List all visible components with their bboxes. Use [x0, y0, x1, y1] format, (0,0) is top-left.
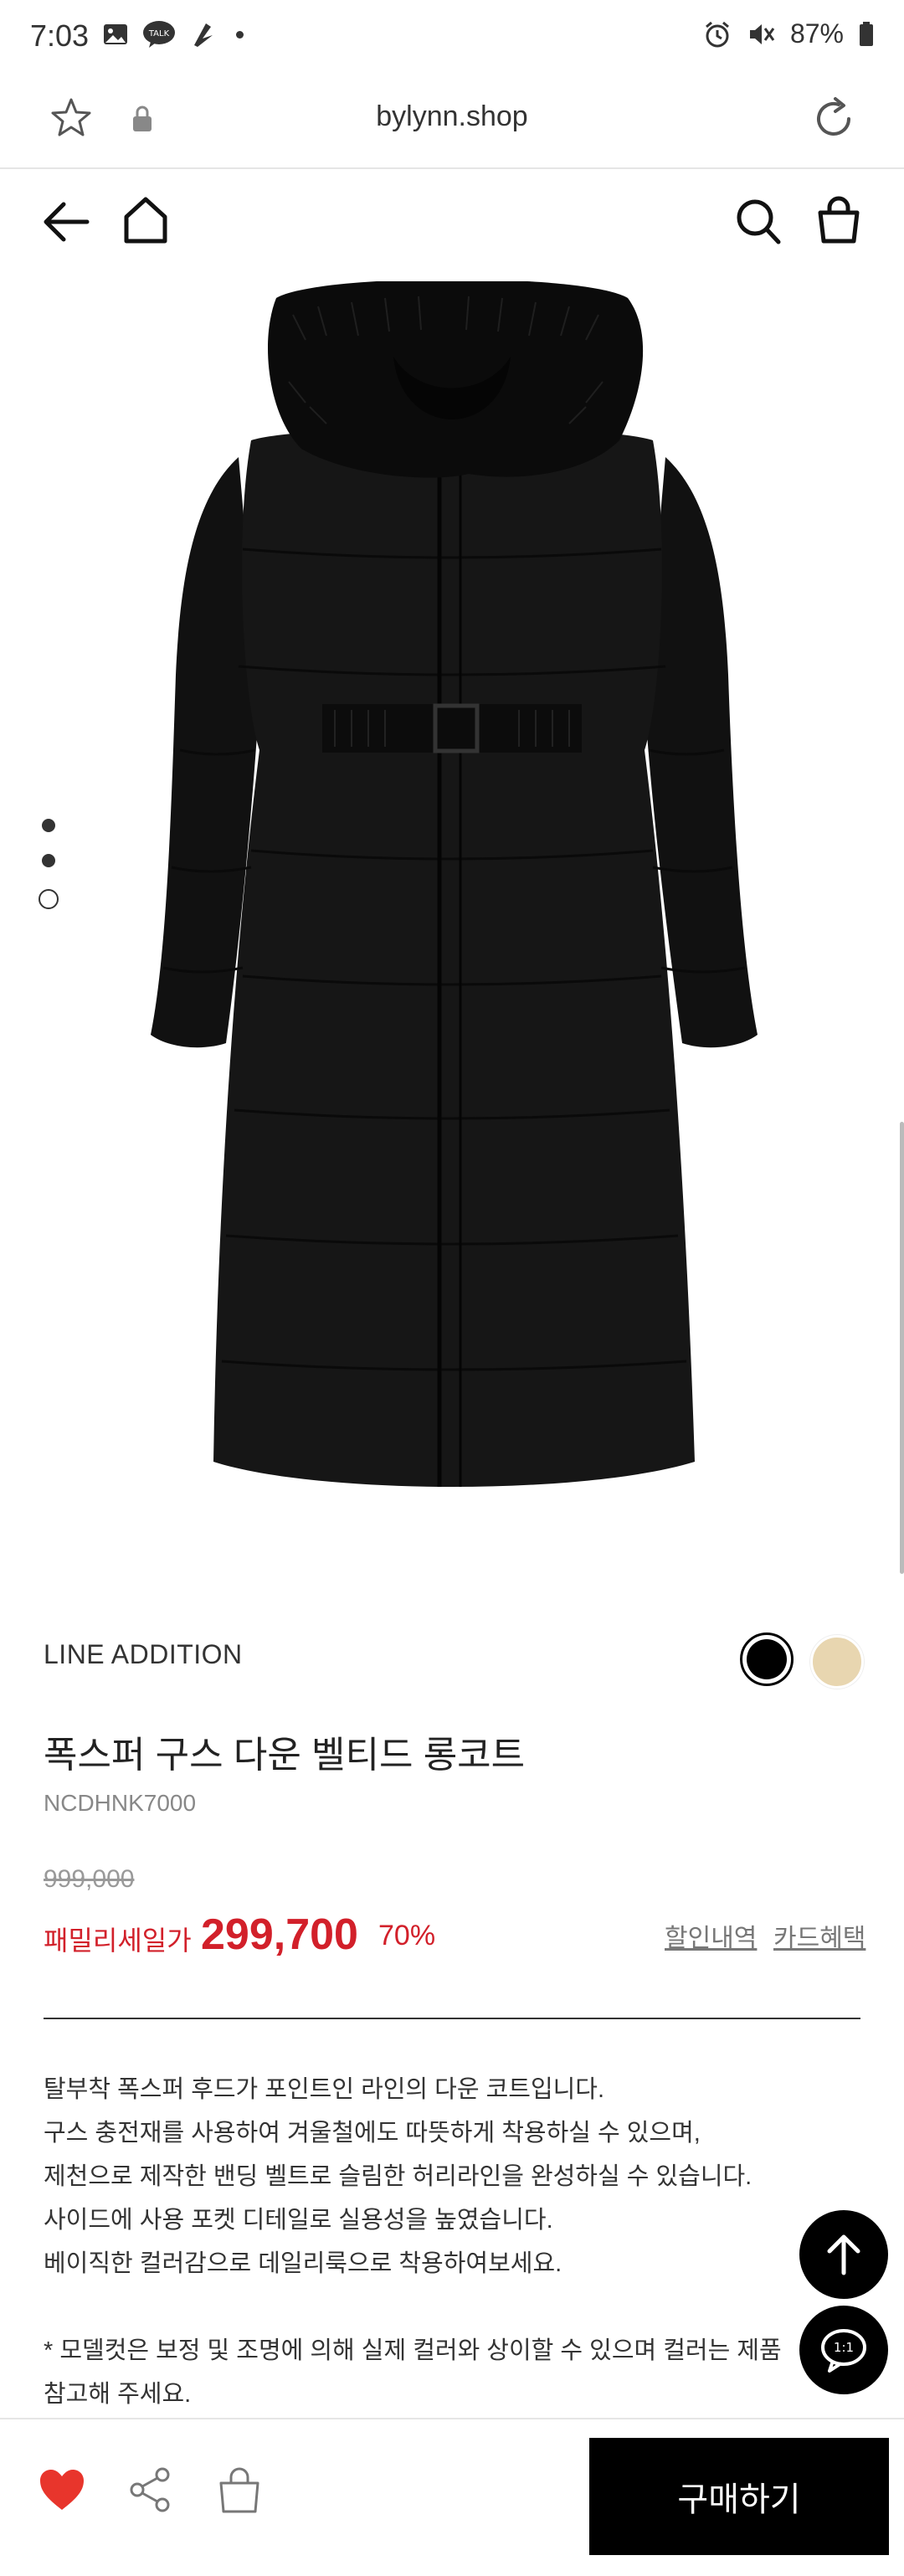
heart-icon[interactable] [39, 2468, 85, 2512]
browser-url-bar: bylynn.shop [0, 77, 904, 169]
battery-percent: 87% [789, 18, 844, 49]
battery-icon [860, 21, 873, 46]
more-notifications-dot [236, 30, 244, 39]
description-line: 제천으로 제작한 밴딩 벨트로 슬림한 허리라인을 완성하실 수 있습니다. [44, 2163, 752, 2190]
pager-dot-active[interactable] [39, 889, 59, 909]
pager-dot[interactable] [42, 819, 55, 832]
discount-history-link[interactable]: 할인내역 [665, 1917, 757, 1954]
color-swatch-beige[interactable] [810, 1635, 864, 1689]
chat-button[interactable]: 1:1 [799, 2306, 888, 2394]
original-price: 999,000 [44, 1865, 135, 1893]
alarm-icon [705, 21, 729, 47]
chat-badge-text: 1:1 [834, 2340, 854, 2355]
product-image[interactable] [0, 281, 904, 1587]
product-code: NCDHNK7000 [44, 1790, 197, 1816]
gallery-icon [104, 24, 127, 44]
mute-icon [749, 23, 775, 44]
add-to-cart-icon[interactable] [216, 2465, 263, 2515]
description-line: 사이드에 사용 포켓 디테일로 실용성을 높였습니다. [44, 2207, 553, 2234]
notification-icons: TALK [102, 20, 244, 49]
scroll-to-top-button[interactable] [799, 2210, 888, 2299]
description-line: 탈부착 폭스퍼 후드가 포인트인 라인의 다운 코트입니다. [44, 2076, 605, 2103]
arrow-up-icon [827, 2234, 860, 2275]
image-pager[interactable] [39, 819, 59, 909]
sale-price: 299,700 [201, 1910, 358, 1959]
app-notification-icon [194, 23, 213, 47]
chat-bubble-icon: 1:1 [821, 2329, 866, 2373]
product-description: 탈부착 폭스퍼 후드가 포인트인 라인의 다운 코트입니다. 구스 충전재를 사… [44, 2068, 881, 2416]
site-header [0, 169, 904, 281]
color-swatch-black-selected[interactable] [740, 1632, 794, 1686]
description-line: 구스 충전재를 사용하여 겨울철에도 따뜻하게 착용하실 수 있으며, [44, 2120, 701, 2147]
share-icon[interactable] [127, 2466, 174, 2513]
status-time: 7:03 [30, 18, 90, 53]
discount-rate: 70% [378, 1920, 436, 1951]
description-line: * 모델컷은 보정 및 조명에 의해 실제 컬러와 상이할 수 있으며 컬러는 … [44, 2337, 782, 2364]
divider [44, 2018, 860, 2019]
description-line [44, 2285, 881, 2329]
svg-text:TALK: TALK [148, 29, 170, 39]
sale-label: 패밀리세일가 [44, 1926, 192, 1956]
scroll-indicator [900, 1122, 904, 1574]
status-bar: 7:03 TALK 87% [0, 0, 904, 77]
search-icon[interactable] [735, 198, 782, 246]
status-right: 87% [703, 18, 874, 49]
buy-button[interactable]: 구매하기 [589, 2438, 889, 2555]
back-arrow-icon[interactable] [42, 199, 90, 244]
coat-illustration [151, 281, 758, 1487]
shopping-bag-icon[interactable] [815, 194, 862, 244]
pager-dot[interactable] [42, 854, 55, 867]
color-swatch-black [747, 1639, 787, 1679]
home-icon[interactable] [122, 196, 169, 244]
brand-name[interactable]: LINE ADDITION [44, 1639, 243, 1670]
kakaotalk-icon: TALK [143, 21, 175, 48]
description-line: 베이직한 컬러감으로 데일리룩으로 착용하여보세요. [44, 2250, 562, 2277]
reload-icon[interactable] [810, 95, 857, 142]
url-text[interactable]: bylynn.shop [0, 100, 904, 133]
product-title: 폭스퍼 구스 다운 벨티드 롱코트 [44, 1735, 526, 1776]
card-benefit-link[interactable]: 카드혜택 [773, 1917, 865, 1954]
description-line: 참고해 주세요. [44, 2381, 192, 2408]
